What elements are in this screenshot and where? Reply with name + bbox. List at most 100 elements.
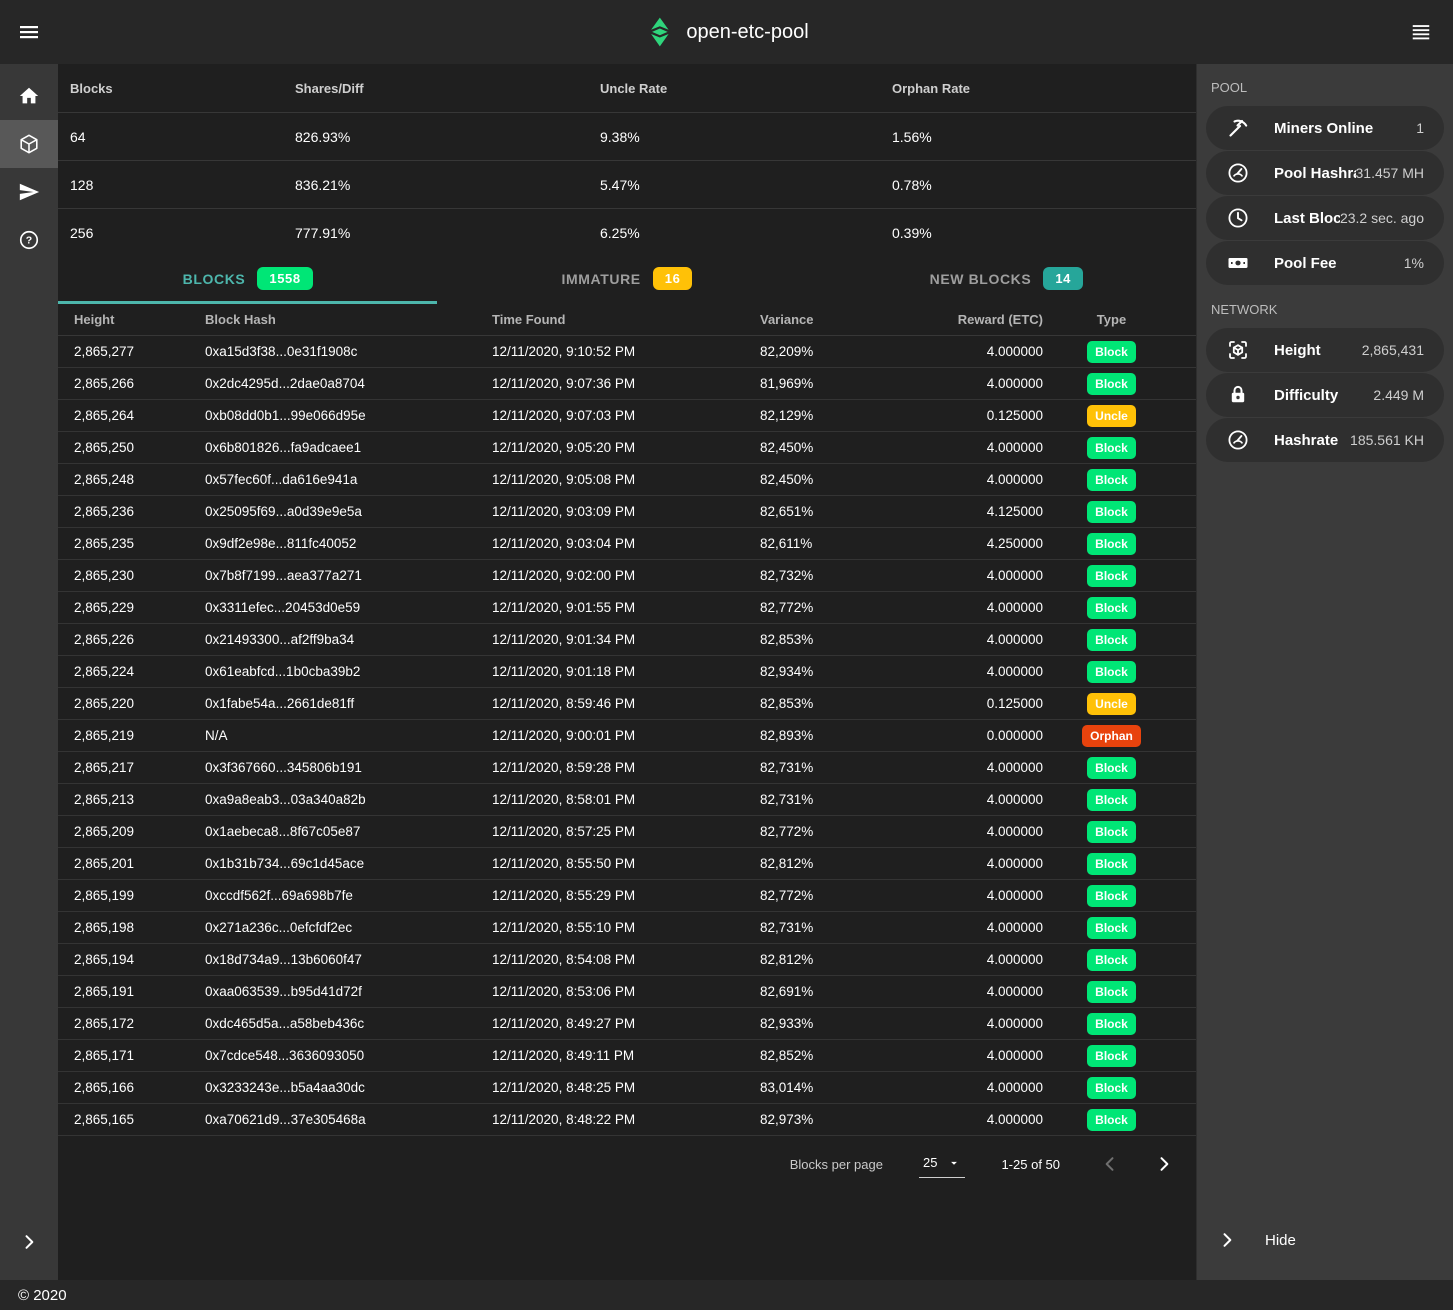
left-menu-button[interactable]: [0, 0, 58, 64]
table-row[interactable]: 2,865,1660x3233243e...b5a4aa30dc12/11/20…: [58, 1072, 1196, 1104]
panel-item-miners-online[interactable]: Miners Online1: [1206, 106, 1444, 150]
table-row[interactable]: 2,865,1650xa70621d9...37e305468a12/11/20…: [58, 1104, 1196, 1136]
cell-height: 2,865,264: [74, 408, 205, 423]
panel-item-value: 185.561 KH: [1350, 432, 1424, 448]
table-row[interactable]: 2,865,2360x25095f69...a0d39e9e5a12/11/20…: [58, 496, 1196, 528]
panel-item-hashrate[interactable]: Hashrate185.561 KH: [1206, 418, 1444, 462]
cell-variance: 82,731%: [760, 920, 920, 935]
page-size-select[interactable]: 25: [919, 1150, 965, 1178]
page-size-value: 25: [923, 1155, 937, 1170]
blocks-col-header: Type: [1043, 312, 1180, 327]
cell-type: Block: [1043, 565, 1180, 587]
hide-panel-button[interactable]: Hide: [1197, 1216, 1453, 1264]
sidebar-item-blocks[interactable]: [0, 120, 58, 168]
cell-hash: 0xa70621d9...37e305468a: [205, 1112, 492, 1127]
table-row[interactable]: 2,865,1910xaa063539...b95d41d72f12/11/20…: [58, 976, 1196, 1008]
tab-label: BLOCKS: [183, 271, 246, 287]
cell-height: 2,865,224: [74, 664, 205, 679]
table-row[interactable]: 2,865,2240x61eabfcd...1b0cba39b212/11/20…: [58, 656, 1196, 688]
tab-blocks[interactable]: BLOCKS 1558: [58, 256, 437, 304]
right-menu-button[interactable]: [1395, 0, 1447, 64]
table-row[interactable]: 2,865,219N/A12/11/2020, 9:00:01 PM82,893…: [58, 720, 1196, 752]
panel-item-value: 1%: [1404, 255, 1424, 271]
panel-item-difficulty[interactable]: Difficulty2.449 M: [1206, 373, 1444, 417]
panel-item-pool-hashrate[interactable]: Pool Hashrate31.457 MH: [1206, 151, 1444, 195]
type-badge: Block: [1087, 1045, 1136, 1067]
cell-hash: 0x6b801826...fa9adcaee1: [205, 440, 492, 455]
pool-section-title: POOL: [1197, 64, 1453, 105]
cell-variance: 82,934%: [760, 664, 920, 679]
help-icon: ?: [18, 229, 40, 251]
table-row[interactable]: 2,865,2290x3311efec...20453d0e5912/11/20…: [58, 592, 1196, 624]
panel-item-height[interactable]: Height2,865,431: [1206, 328, 1444, 372]
cell-variance: 82,611%: [760, 536, 920, 551]
table-row[interactable]: 2,865,2770xa15d3f38...0e31f1908c12/11/20…: [58, 336, 1196, 368]
table-row[interactable]: 2,865,2640xb08dd0b1...99e066d95e12/11/20…: [58, 400, 1196, 432]
stats-table-body: 64826.93%9.38%1.56%128836.21%5.47%0.78%2…: [58, 112, 1196, 256]
stats-cell: 256: [70, 225, 295, 241]
nav-items: ?: [0, 72, 58, 264]
table-row[interactable]: 2,865,2300x7b8f7199...aea377a27112/11/20…: [58, 560, 1196, 592]
table-row[interactable]: 2,865,2660x2dc4295d...2dae0a870412/11/20…: [58, 368, 1196, 400]
panel-item-pool-fee[interactable]: Pool Fee1%: [1206, 241, 1444, 285]
left-nav-rail: ?: [0, 64, 58, 1280]
cell-variance: 82,651%: [760, 504, 920, 519]
network-section-title: NETWORK: [1197, 286, 1453, 327]
blocks-col-header: Reward (ETC): [920, 312, 1043, 327]
panel-item-value: 2,865,431: [1362, 342, 1424, 358]
app-title: open-etc-pool: [686, 21, 808, 44]
blocks-col-header: Block Hash: [205, 312, 492, 327]
cell-reward: 4.000000: [920, 792, 1043, 807]
table-row[interactable]: 2,865,1980x271a236c...0efcfdf2ec12/11/20…: [58, 912, 1196, 944]
cell-time: 12/11/2020, 9:00:01 PM: [492, 728, 760, 743]
previous-page-button[interactable]: [1096, 1150, 1124, 1178]
cell-variance: 81,969%: [760, 376, 920, 391]
cell-variance: 82,731%: [760, 760, 920, 775]
table-row[interactable]: 2,865,2350x9df2e98e...811fc4005212/11/20…: [58, 528, 1196, 560]
top-bar: open-etc-pool: [0, 0, 1453, 64]
table-row[interactable]: 2,865,2090x1aebeca8...8f67c05e8712/11/20…: [58, 816, 1196, 848]
cell-time: 12/11/2020, 8:58:01 PM: [492, 792, 760, 807]
table-row[interactable]: 2,865,2480x57fec60f...da616e941a12/11/20…: [58, 464, 1196, 496]
type-badge: Block: [1087, 373, 1136, 395]
cell-height: 2,865,198: [74, 920, 205, 935]
table-row[interactable]: 2,865,2010x1b31b734...69c1d45ace12/11/20…: [58, 848, 1196, 880]
cell-time: 12/11/2020, 9:03:04 PM: [492, 536, 760, 551]
cell-type: Block: [1043, 469, 1180, 491]
tab-immature[interactable]: IMMATURE16: [437, 256, 816, 304]
cell-type: Block: [1043, 661, 1180, 683]
cell-type: Block: [1043, 1045, 1180, 1067]
table-row[interactable]: 2,865,2260x21493300...af2ff9ba3412/11/20…: [58, 624, 1196, 656]
collapse-rail-button[interactable]: [0, 1218, 58, 1266]
cell-time: 12/11/2020, 8:49:27 PM: [492, 1016, 760, 1031]
svg-text:?: ?: [26, 235, 32, 247]
sidebar-item-payments[interactable]: [0, 168, 58, 216]
cell-reward: 4.000000: [920, 920, 1043, 935]
table-row[interactable]: 2,865,2200x1fabe54a...2661de81ff12/11/20…: [58, 688, 1196, 720]
cell-hash: 0x7cdce548...3636093050: [205, 1048, 492, 1063]
table-row[interactable]: 2,865,1990xccdf562f...69a698b7fe12/11/20…: [58, 880, 1196, 912]
table-row[interactable]: 2,865,1710x7cdce548...363609305012/11/20…: [58, 1040, 1196, 1072]
table-row[interactable]: 2,865,1940x18d734a9...13b6060f4712/11/20…: [58, 944, 1196, 976]
cell-reward: 4.000000: [920, 568, 1043, 583]
cell-time: 12/11/2020, 8:53:06 PM: [492, 984, 760, 999]
stats-cell: 6.25%: [600, 225, 892, 241]
type-badge: Block: [1087, 853, 1136, 875]
tab-new-blocks[interactable]: NEW BLOCKS14: [817, 256, 1196, 304]
sidebar-item-home[interactable]: [0, 72, 58, 120]
table-row[interactable]: 2,865,2170x3f367660...345806b19112/11/20…: [58, 752, 1196, 784]
table-row[interactable]: 2,865,2130xa9a8eab3...03a340a82b12/11/20…: [58, 784, 1196, 816]
sidebar-item-help[interactable]: ?: [0, 216, 58, 264]
banknote-icon: [1226, 251, 1250, 275]
panel-item-last-block-fo-[interactable]: Last Block Fo…23.2 sec. ago: [1206, 196, 1444, 240]
table-row[interactable]: 2,865,1720xdc465d5a...a58beb436c12/11/20…: [58, 1008, 1196, 1040]
type-badge: Block: [1087, 597, 1136, 619]
cell-type: Block: [1043, 789, 1180, 811]
tab-count-badge: 1558: [257, 267, 312, 290]
next-page-button[interactable]: [1150, 1150, 1178, 1178]
table-row[interactable]: 2,865,2500x6b801826...fa9adcaee112/11/20…: [58, 432, 1196, 464]
cell-variance: 82,772%: [760, 600, 920, 615]
cell-time: 12/11/2020, 9:05:08 PM: [492, 472, 760, 487]
stats-cell: 64: [70, 129, 295, 145]
cell-hash: 0x2dc4295d...2dae0a8704: [205, 376, 492, 391]
